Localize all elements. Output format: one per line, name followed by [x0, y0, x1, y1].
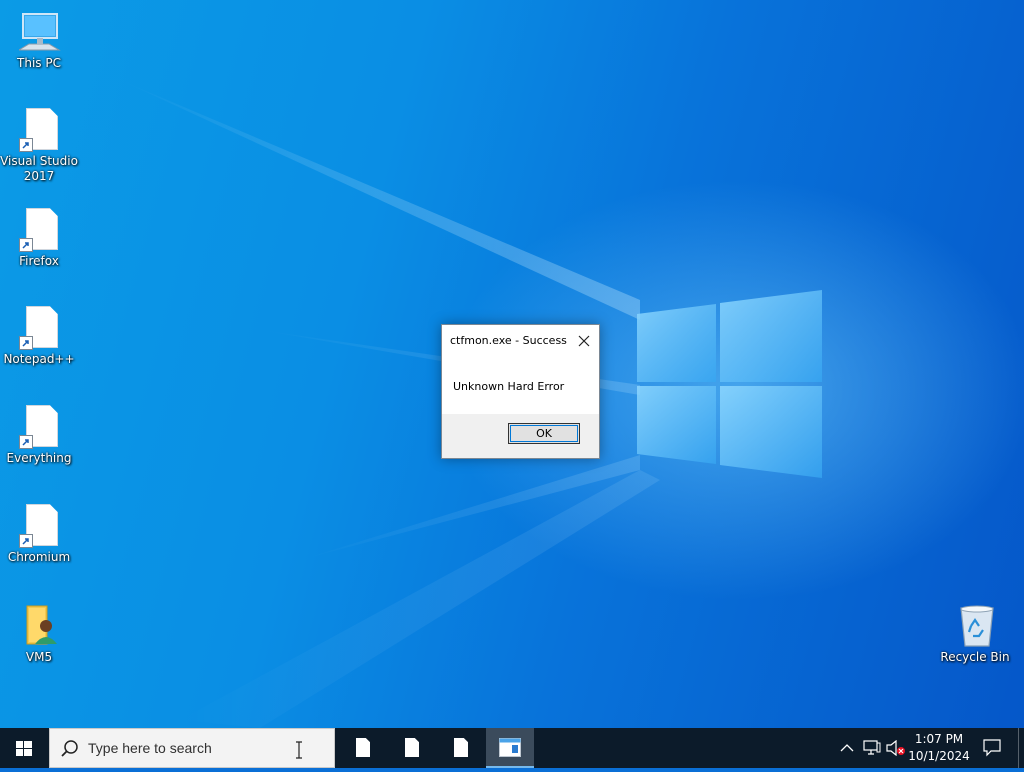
computer-icon	[17, 10, 61, 54]
document-icon	[19, 108, 59, 152]
desktop-icon-label: This PC	[17, 56, 61, 70]
desktop-icon-label: Firefox	[19, 254, 59, 268]
dialog-close-button[interactable]	[573, 330, 595, 352]
desktop-icon-vm5[interactable]: VM5	[0, 604, 78, 665]
shortcut-arrow-icon	[19, 138, 33, 152]
taskbar-app-2[interactable]	[387, 728, 435, 768]
desktop-icon-label: Notepad++	[3, 352, 75, 366]
document-icon	[19, 306, 59, 350]
clock-date: 10/1/2024	[908, 749, 970, 763]
notification-icon	[983, 739, 1001, 757]
volume-button[interactable]	[884, 728, 908, 768]
recycle-bin-icon	[955, 604, 995, 648]
taskbar-app-1[interactable]	[338, 728, 386, 768]
document-icon	[454, 738, 468, 757]
search-icon	[61, 740, 78, 757]
desktop-icon-label: Recycle Bin	[940, 650, 1010, 664]
desktop-icon-label: Visual Studio 2017	[0, 154, 78, 183]
desktop-icon-this-pc[interactable]: This PC	[0, 10, 78, 71]
windows-logo	[637, 290, 822, 478]
desktop-icon-label: Chromium	[7, 550, 71, 564]
desktop-icon-recycle-bin[interactable]: Recycle Bin	[936, 604, 1014, 665]
user-folder-icon	[19, 604, 59, 648]
desktop-icon-label: VM5	[25, 650, 53, 664]
clock[interactable]: 1:07 PM 10/1/2024	[906, 731, 972, 765]
windows-logo-icon	[16, 741, 32, 756]
shortcut-arrow-icon	[19, 336, 33, 350]
desktop-icon-visual-studio-2017[interactable]: Visual Studio 2017	[0, 108, 78, 184]
search-placeholder: Type here to search	[88, 740, 212, 756]
chevron-up-icon	[840, 744, 854, 752]
dialog-footer: OK	[442, 414, 599, 458]
dialog-title: ctfmon.exe - Success	[450, 334, 567, 347]
document-icon	[19, 208, 59, 252]
desktop: This PC Visual Studio 2017 Firefox Notep…	[0, 0, 1024, 728]
ok-button[interactable]: OK	[508, 423, 580, 444]
desktop-icon-chromium[interactable]: Chromium	[0, 504, 78, 565]
network-button[interactable]	[860, 728, 884, 768]
network-icon	[863, 740, 881, 755]
document-icon	[356, 738, 370, 757]
shortcut-arrow-icon	[19, 238, 33, 252]
desktop-icon-firefox[interactable]: Firefox	[0, 208, 78, 269]
search-box[interactable]: Type here to search	[49, 728, 335, 768]
close-icon	[578, 335, 590, 347]
shortcut-arrow-icon	[19, 534, 33, 548]
clock-time: 1:07 PM	[914, 732, 964, 746]
text-cursor-icon	[296, 741, 302, 759]
dialog-message: Unknown Hard Error	[453, 380, 565, 393]
taskbar-app-dialog[interactable]	[486, 728, 534, 768]
show-desktop-button[interactable]	[1018, 728, 1024, 768]
document-icon	[19, 405, 59, 449]
taskbar-app-3[interactable]	[436, 728, 484, 768]
message-dialog: ctfmon.exe - Success Unknown Hard Error …	[441, 324, 600, 459]
window-icon	[499, 738, 521, 757]
taskbar: Type here to search 1:07 PM 10/1/2024	[0, 728, 1024, 768]
document-icon	[405, 738, 419, 757]
document-icon	[19, 504, 59, 548]
action-center-button[interactable]	[978, 728, 1006, 768]
shortcut-arrow-icon	[19, 435, 33, 449]
show-hidden-icons-button[interactable]	[836, 728, 858, 768]
desktop-icon-label: Everything	[6, 451, 72, 465]
volume-muted-icon	[886, 740, 905, 756]
desktop-icon-notepad-plus-plus[interactable]: Notepad++	[0, 306, 78, 367]
desktop-icon-everything[interactable]: Everything	[0, 405, 78, 466]
start-button[interactable]	[0, 728, 48, 768]
